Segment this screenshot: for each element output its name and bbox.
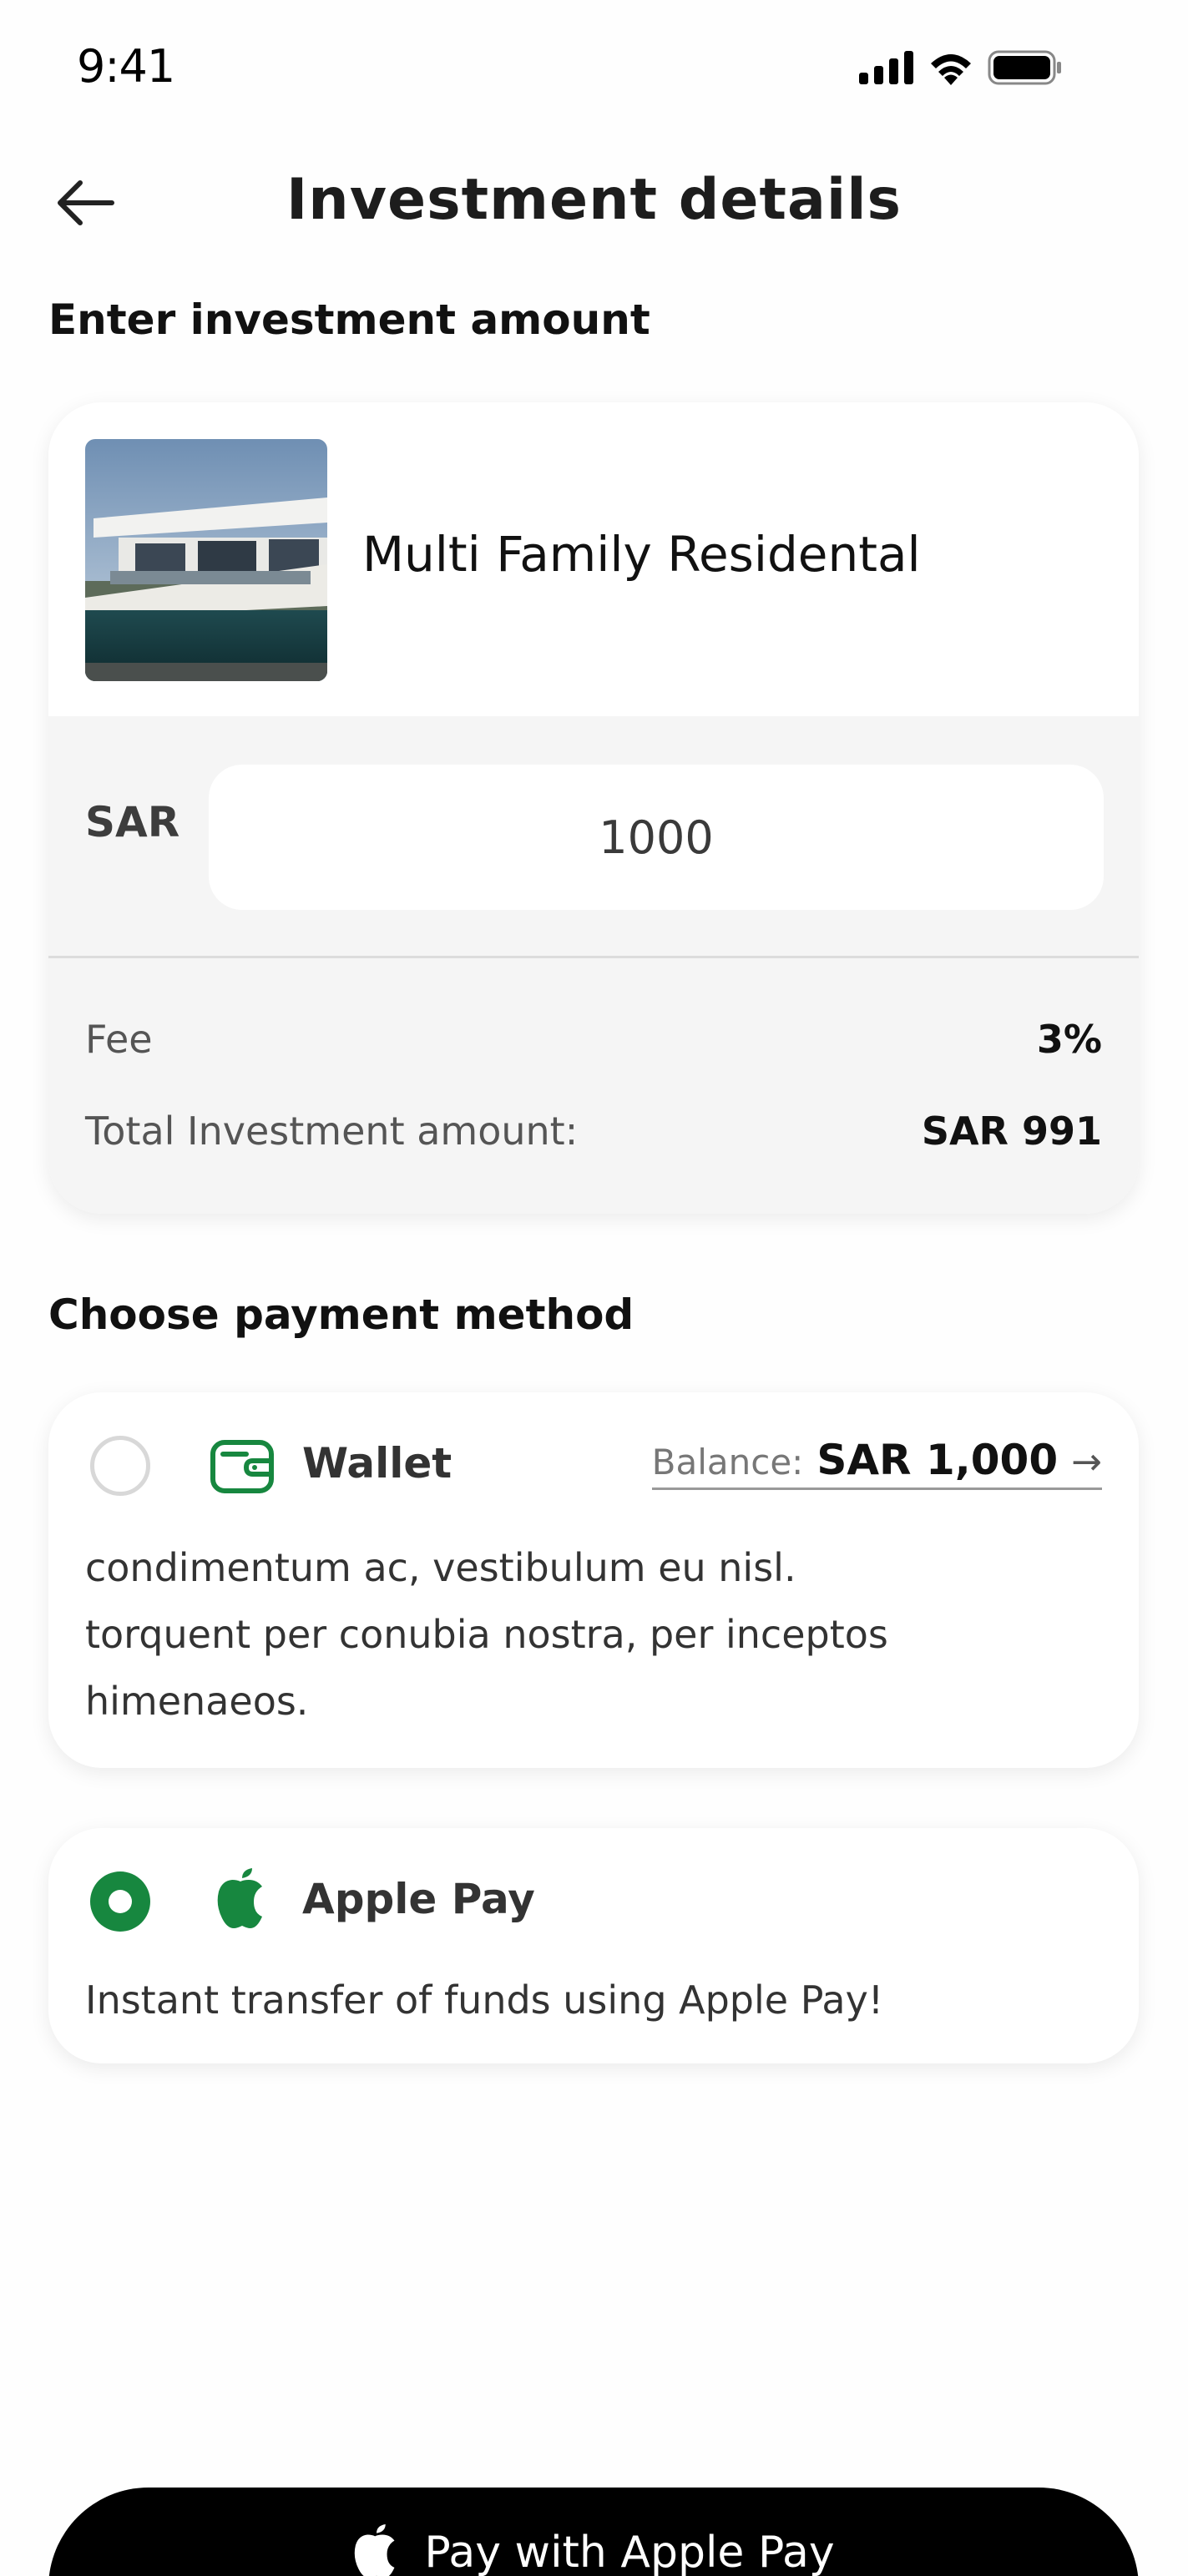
fee-summary: Fee 3% Total Investment amount: SAR 991 [48,958,1139,1214]
wallet-description-line: himenaeos. [85,1679,309,1724]
wallet-icon [209,1432,276,1499]
fee-value: 3% [1036,1017,1102,1062]
apple-icon [209,1866,276,1933]
total-row: Total Investment amount: SAR 991 [85,1109,1102,1154]
screen: 9:41 Investment details Enter investment… [0,0,1188,2576]
payment-option-wallet[interactable]: Wallet Balance: SAR 1,000 → condimentum … [48,1392,1139,1768]
balance-value: SAR 1,000 [816,1436,1059,1484]
total-label: Total Investment amount: [85,1109,579,1154]
property-name: Multi Family Residental [362,526,921,583]
payment-option-apple-pay[interactable]: Apple Pay Instant transfer of funds usin… [48,1828,1139,2063]
battery-icon [988,50,1061,85]
property-row: Multi Family Residental [48,402,1139,716]
wallet-description: condimentum ac, vestibulum eu nisl. torq… [85,1534,1102,1735]
pay-button-label: Pay with Apple Pay [424,2528,835,2576]
amount-row: SAR [48,716,1139,958]
wallet-name: Wallet [302,1439,452,1488]
signal-icon [859,51,913,84]
apple-icon [355,2524,395,2576]
property-image [85,439,327,681]
pay-with-apple-pay-button[interactable]: Pay with Apple Pay [48,2488,1139,2576]
total-value: SAR 991 [921,1109,1102,1154]
wallet-balance-link[interactable]: Balance: SAR 1,000 → [651,1436,1102,1490]
status-time: 9:41 [77,40,175,93]
pay-button-content: Pay with Apple Pay [48,2524,1139,2576]
page-title: Investment details [286,167,902,233]
fee-label: Fee [85,1017,153,1062]
balance-label: Balance: [651,1442,804,1482]
wallet-radio[interactable] [90,1436,150,1496]
currency-label: SAR [85,798,180,846]
wifi-icon [931,54,971,85]
payment-section-title: Choose payment method [48,1291,634,1339]
wallet-description-line: torquent per conubia nostra, per incepto… [85,1612,888,1657]
investment-card: Multi Family Residental SAR Fee 3% Total… [48,402,1139,1214]
investment-section-title: Enter investment amount [48,295,650,344]
status-icons [859,50,1063,85]
fee-row: Fee 3% [85,1017,1102,1062]
apple-pay-description-line: Instant transfer of funds using Apple Pa… [85,1977,884,2023]
apple-pay-name: Apple Pay [302,1875,535,1923]
apple-pay-description: Instant transfer of funds using Apple Pa… [85,1967,1102,2033]
wallet-description-line: condimentum ac, vestibulum eu nisl. [85,1545,796,1590]
apple-pay-radio[interactable] [90,1871,150,1932]
arrow-right-icon: → [1071,1441,1102,1483]
amount-input[interactable] [209,765,1104,910]
